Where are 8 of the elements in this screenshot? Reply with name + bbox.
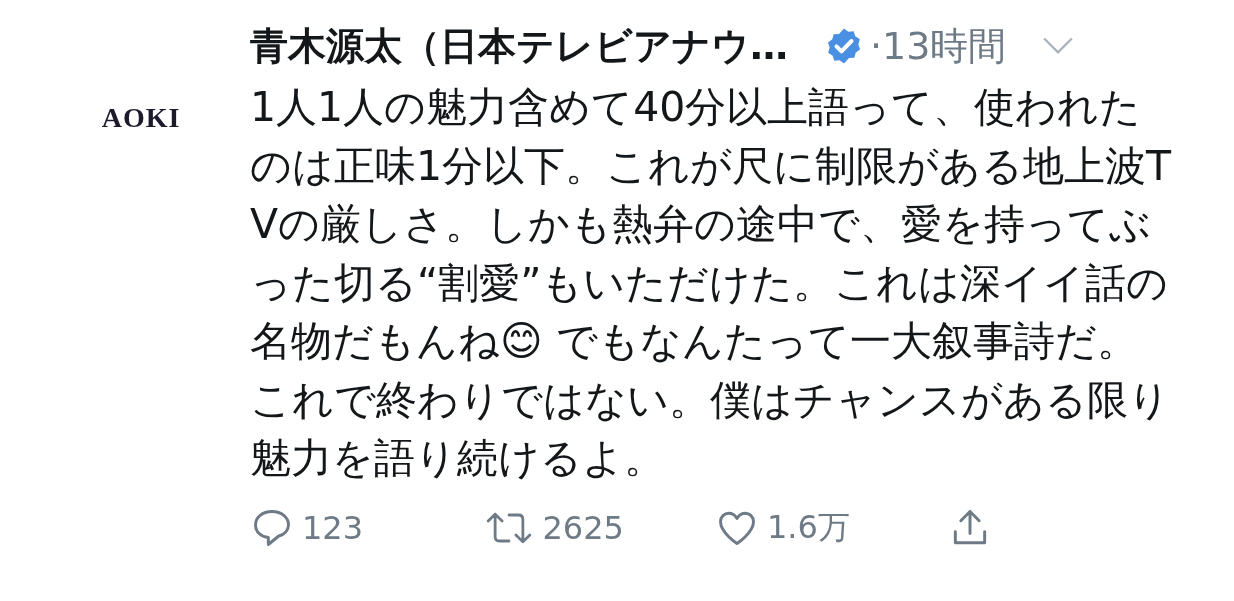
author-name[interactable]: 青木源太（日本テレビアナウ…	[250, 20, 788, 72]
avatar[interactable]: AOKI	[66, 78, 216, 158]
tweet-time[interactable]: ·13時間	[870, 20, 1007, 72]
tweet-text: 1人1人の魅力含めて40分以上語って、使われたのは正味1分以下。これが尺に制限がある地上波TVの厳しさ。しかも熱弁の途中で、愛を持ってぶった切る“割愛”もいただけた。これは深イイ話の名物だもんね😊 でもなんたって一大叙事詩だ。これで終わりではない。僕はチャンスがある限り魅力を語り続けるよ。	[250, 82, 1173, 484]
avatar-logo-text: AOKI	[101, 102, 181, 134]
action-count: 2625	[542, 508, 624, 547]
action-count: 123	[302, 508, 364, 547]
action-count: 1.6万	[767, 506, 850, 548]
